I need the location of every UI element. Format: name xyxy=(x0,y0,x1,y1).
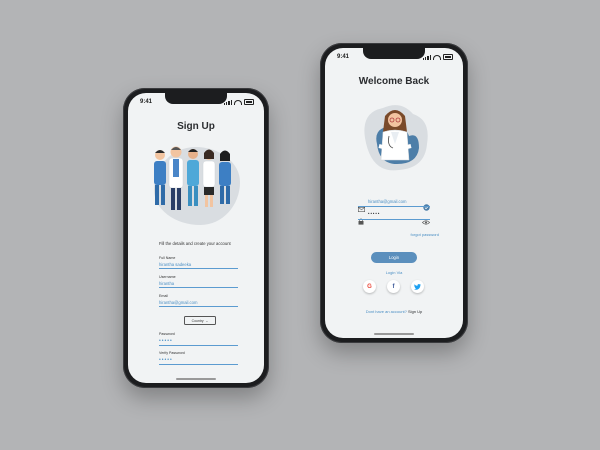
twitter-icon[interactable] xyxy=(411,280,424,293)
doctors-illustration xyxy=(154,146,231,210)
facebook-icon[interactable]: f xyxy=(387,280,400,293)
facebook-letter: f xyxy=(392,283,395,290)
login-email-value: hirantha@gmail.com xyxy=(368,199,407,204)
username-label: Username xyxy=(159,275,176,279)
lock-icon xyxy=(358,212,364,230)
status-time: 9:41 xyxy=(140,99,153,105)
login-phone: 9:41 Welcome Back hirantha@gmail.com •••… xyxy=(320,43,468,343)
status-icons xyxy=(422,54,453,60)
google-icon[interactable]: G xyxy=(363,280,376,293)
field-underline xyxy=(358,219,430,220)
signup-screen: 9:41 Sign Up Fill the details and create… xyxy=(128,93,264,383)
wifi-icon xyxy=(433,54,441,60)
email-value: hirantha@gmail.com xyxy=(159,299,198,305)
notch xyxy=(363,48,425,59)
full-name-label: Full Name xyxy=(159,256,176,260)
google-letter: G xyxy=(367,283,372,290)
field-underline xyxy=(358,206,430,207)
full-name-value: hirantha sadeeka xyxy=(159,261,192,267)
notch xyxy=(165,93,227,104)
status-time: 9:41 xyxy=(337,54,350,60)
signup-link[interactable]: Sign Up xyxy=(408,309,422,314)
login-password-value: ••••• xyxy=(368,211,381,216)
field-underline xyxy=(159,364,238,365)
signup-phone: 9:41 Sign Up Fill the details and create… xyxy=(123,88,269,388)
verify-password-field[interactable]: Verify Password ••••• xyxy=(159,351,238,365)
country-label: Country xyxy=(191,318,204,323)
signup-question: Dont have an account? xyxy=(365,309,407,314)
login-password-field[interactable]: ••••• xyxy=(358,211,431,225)
login-screen: 9:41 Welcome Back hirantha@gmail.com •••… xyxy=(325,48,463,338)
battery-icon xyxy=(244,99,254,105)
verify-password-value: ••••• xyxy=(159,356,173,363)
field-underline xyxy=(159,268,238,269)
email-field[interactable]: Email hirantha@gmail.com xyxy=(159,294,238,307)
verify-password-label: Verify Password xyxy=(159,351,185,355)
signal-icon xyxy=(422,54,431,60)
home-indicator xyxy=(374,333,414,335)
wifi-icon xyxy=(234,99,242,105)
forgot-password-link[interactable]: forgot password xyxy=(411,232,439,237)
chevron-down-icon: ⌄ xyxy=(205,318,209,323)
signal-icon xyxy=(223,99,232,105)
home-indicator xyxy=(176,378,216,380)
social-login-group: G f xyxy=(363,280,424,293)
login-email-field[interactable]: hirantha@gmail.com xyxy=(358,198,430,213)
page-title: Welcome Back xyxy=(358,76,430,87)
full-name-field[interactable]: Full Name hirantha sadeeka xyxy=(159,256,238,269)
username-value: hirantha xyxy=(159,280,175,286)
battery-icon xyxy=(443,54,453,60)
status-icons xyxy=(223,99,254,105)
username-field[interactable]: Username hirantha xyxy=(159,275,238,288)
password-field[interactable]: Password ••••• xyxy=(159,332,238,346)
field-underline xyxy=(159,287,238,288)
field-underline xyxy=(159,345,238,346)
field-underline xyxy=(159,306,238,307)
eye-icon[interactable] xyxy=(421,212,431,230)
country-dropdown[interactable]: Country ⌄ xyxy=(184,316,216,325)
login-button[interactable]: Login xyxy=(371,252,417,263)
doctor-illustration xyxy=(364,105,428,171)
signup-subtitle: Fill the details and create your account xyxy=(159,241,231,246)
signup-prompt: Dont have an account? Sign Up xyxy=(325,309,463,314)
password-value: ••••• xyxy=(159,337,173,344)
password-label: Password xyxy=(159,332,175,336)
page-title: Sign Up xyxy=(177,121,215,132)
login-via-label: Login Via xyxy=(385,270,403,275)
email-label: Email xyxy=(159,294,168,298)
